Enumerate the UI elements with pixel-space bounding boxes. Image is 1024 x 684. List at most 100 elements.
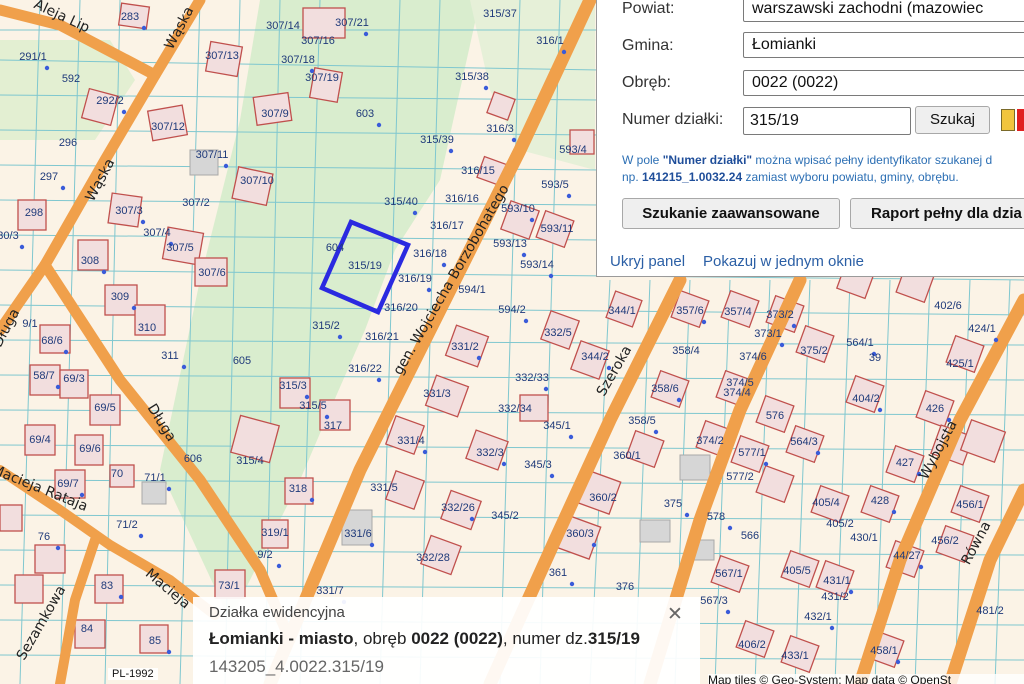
parcel-label[interactable]: 594/2: [498, 304, 526, 316]
parcel-label[interactable]: 431/1: [823, 575, 851, 587]
parcel-label[interactable]: 307/3: [115, 205, 143, 217]
parcel-label[interactable]: 374/6: [739, 351, 767, 363]
parcel-label[interactable]: 578: [707, 511, 725, 523]
parcel-label[interactable]: 69/5: [94, 402, 115, 414]
color-swatch-yellow[interactable]: [1001, 109, 1015, 131]
parcel-label[interactable]: 319/1: [261, 527, 289, 539]
parcel-label[interactable]: 458/1: [870, 645, 898, 657]
parcel-label[interactable]: 481/2: [976, 605, 1004, 617]
parcel-label[interactable]: 567/3: [700, 595, 728, 607]
parcel-label[interactable]: 404/2: [852, 393, 880, 405]
parcel-label[interactable]: 68/6: [41, 335, 62, 347]
parcel-label[interactable]: 332/34: [498, 403, 532, 415]
parcel-label[interactable]: 307/18: [281, 54, 315, 66]
parcel-label[interactable]: 375/2: [800, 345, 828, 357]
parcel-label[interactable]: 564/1: [846, 337, 874, 349]
parcel-label[interactable]: 310: [138, 322, 156, 334]
parcel-label[interactable]: 71/2: [116, 519, 137, 531]
parcel-label[interactable]: 316/21: [365, 331, 399, 343]
parcel-label[interactable]: 428: [871, 495, 889, 507]
parcel-label[interactable]: 331/3: [423, 388, 451, 400]
parcel-label[interactable]: 566: [741, 530, 759, 542]
parcel-label[interactable]: 593/13: [493, 238, 527, 250]
search-button[interactable]: Szukaj: [915, 106, 990, 134]
parcel-label[interactable]: 315/5: [299, 400, 327, 412]
parcel-label[interactable]: 39: [869, 352, 881, 364]
parcel-label[interactable]: 307/12: [151, 121, 185, 133]
parcel-label[interactable]: 315/38: [455, 71, 489, 83]
parcel-label[interactable]: 315/19: [348, 260, 382, 272]
parcel-label[interactable]: 291/1: [19, 51, 47, 63]
parcel-label[interactable]: 332/5: [544, 327, 572, 339]
parcel-label[interactable]: 296: [59, 137, 77, 149]
close-icon[interactable]: ✕: [667, 603, 683, 626]
parcel-label[interactable]: 307/2: [182, 197, 210, 209]
parcel-label[interactable]: 592: [62, 73, 80, 85]
parcel-label[interactable]: 594/1: [458, 284, 486, 296]
parcel-label[interactable]: 308: [81, 255, 99, 267]
parcel-label[interactable]: 73/1: [218, 580, 239, 592]
parcel-label[interactable]: 9/2: [257, 549, 272, 561]
parcel-label[interactable]: 605: [233, 355, 251, 367]
parcel-label[interactable]: 297: [40, 171, 58, 183]
parcel-label[interactable]: 316/16: [445, 193, 479, 205]
parcel-label[interactable]: 307/19: [305, 72, 339, 84]
parcel-label[interactable]: 357/4: [724, 306, 752, 318]
parcel-label[interactable]: 331/2: [451, 341, 479, 353]
parcel-label[interactable]: 593/5: [541, 179, 569, 191]
parcel-label[interactable]: 316/3: [486, 123, 514, 135]
parcel-label[interactable]: 307/11: [196, 149, 229, 161]
parcel-label[interactable]: 307/9: [261, 108, 289, 120]
parcel-label[interactable]: 71/1: [144, 472, 165, 484]
parcel-label[interactable]: 344/2: [581, 351, 609, 363]
parcel-label[interactable]: 424/1: [968, 323, 996, 335]
parcel-label[interactable]: 307/10: [240, 175, 274, 187]
parcel-label[interactable]: 375: [664, 498, 682, 510]
parcel-label[interactable]: 76: [38, 531, 50, 543]
parcel-label[interactable]: 431/2: [821, 591, 849, 603]
parcel-label[interactable]: 30/3: [0, 230, 19, 242]
parcel-label[interactable]: 316/18: [413, 248, 447, 260]
parcel-label[interactable]: 315/2: [312, 320, 340, 332]
parcel-label[interactable]: 316/22: [348, 363, 382, 375]
parcel-label[interactable]: 311: [161, 350, 179, 362]
parcel-label[interactable]: 361: [549, 567, 567, 579]
full-report-button[interactable]: Raport pełny dla dzia: [850, 198, 1024, 229]
parcel-label[interactable]: 344/1: [608, 305, 636, 317]
parcel-label[interactable]: 307/21: [335, 17, 369, 29]
parcel-label[interactable]: 376: [616, 581, 634, 593]
parcel-label[interactable]: 331/5: [370, 482, 398, 494]
parcel-label[interactable]: 425/1: [946, 358, 974, 370]
parcel-label[interactable]: 567/1: [715, 568, 743, 580]
parcel-label[interactable]: 307/5: [166, 242, 194, 254]
parcel-label[interactable]: 402/6: [934, 300, 962, 312]
parcel-label[interactable]: 9/1: [22, 318, 37, 330]
advanced-search-button[interactable]: Szukanie zaawansowane: [622, 198, 840, 229]
parcel-label[interactable]: 358/4: [672, 345, 700, 357]
parcel-label[interactable]: 604: [326, 242, 344, 254]
parcel-label[interactable]: 358/5: [628, 415, 656, 427]
parcel-label[interactable]: 307/14: [266, 20, 300, 32]
single-window-link[interactable]: Pokazuj w jednym oknie: [703, 253, 864, 270]
parcel-label[interactable]: 292/2: [96, 95, 124, 107]
parcel-label[interactable]: 58/7: [33, 370, 54, 382]
parcel-label[interactable]: 577/1: [738, 447, 766, 459]
parcel-label[interactable]: 456/2: [931, 535, 959, 547]
parcel-label[interactable]: 309: [111, 291, 129, 303]
parcel-label[interactable]: 593/4: [559, 144, 587, 156]
parcel-label[interactable]: 316/1: [536, 35, 564, 47]
parcel-label[interactable]: 360/3: [566, 528, 594, 540]
parcel-label[interactable]: 332/26: [441, 502, 475, 514]
color-swatch-red[interactable]: [1017, 109, 1024, 131]
parcel-label[interactable]: 576: [766, 410, 784, 422]
parcel-label[interactable]: 606: [184, 453, 202, 465]
parcel-label[interactable]: 332/3: [476, 447, 504, 459]
parcel-label[interactable]: 316/19: [398, 273, 432, 285]
parcel-label[interactable]: 432/1: [804, 611, 832, 623]
parcel-label[interactable]: 307/13: [205, 50, 239, 62]
parcel-label[interactable]: 69/4: [29, 434, 50, 446]
parcel-label[interactable]: 360/1: [613, 450, 641, 462]
parcel-label[interactable]: 307/16: [301, 35, 335, 47]
parcel-label[interactable]: 331/6: [344, 528, 372, 540]
parcel-label[interactable]: 44/27: [893, 550, 921, 562]
